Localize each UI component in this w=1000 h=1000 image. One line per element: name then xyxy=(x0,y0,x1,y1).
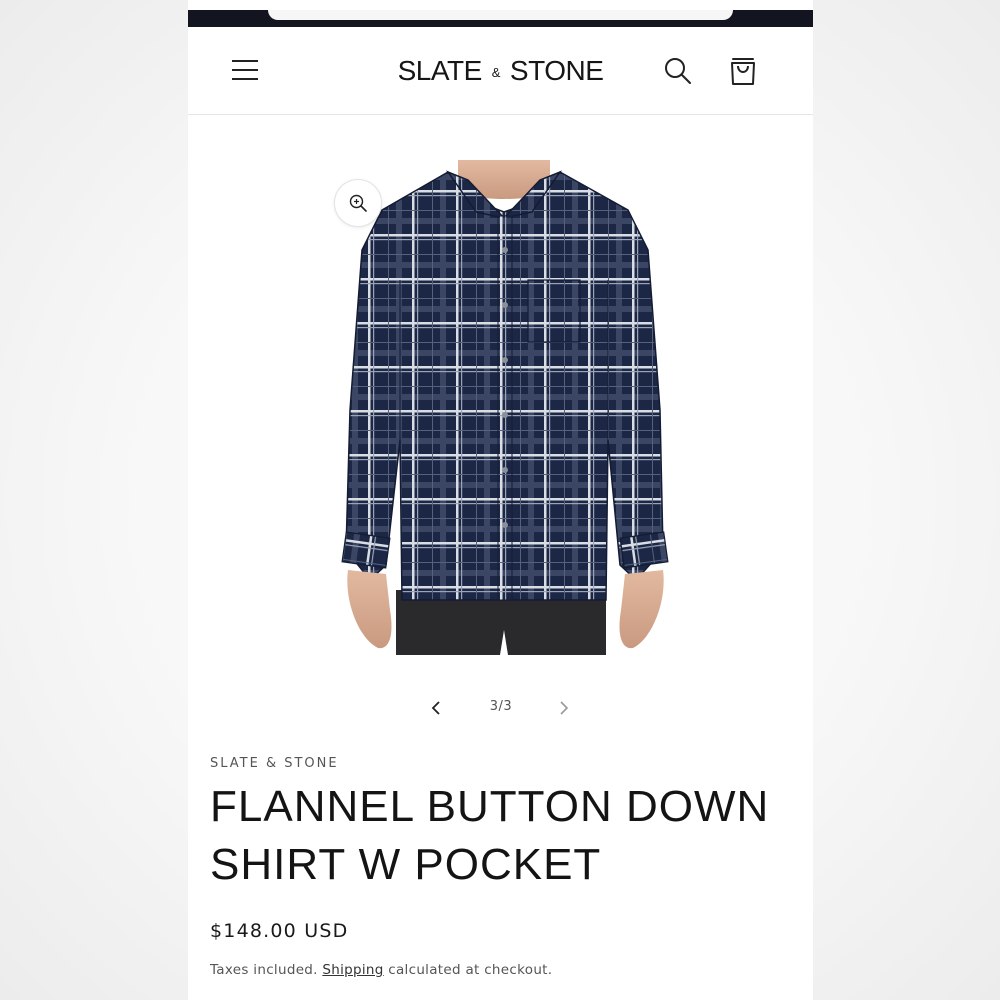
site-header: SLATE & STONE xyxy=(188,27,813,115)
gallery-pager: 3/3 xyxy=(188,690,813,726)
chevron-left-icon[interactable] xyxy=(424,696,448,720)
tax-note: Taxes included. Shipping calculated at c… xyxy=(210,962,552,978)
cart-bag-icon[interactable] xyxy=(726,54,760,88)
tax-note-suffix: calculated at checkout. xyxy=(388,962,553,978)
search-icon[interactable] xyxy=(662,55,694,87)
store-logo[interactable]: SLATE & STONE xyxy=(388,51,613,91)
chevron-right-icon[interactable] xyxy=(552,696,576,720)
announcement-bar-edge xyxy=(268,10,733,20)
mobile-page: SLATE & STONE 3/3 SLATE & STONE FLANNEL … xyxy=(188,0,813,1000)
product-image-shirt[interactable] xyxy=(338,160,673,655)
slide-counter: 3/3 xyxy=(489,699,513,714)
product-vendor: SLATE & STONE xyxy=(210,756,339,771)
shipping-link[interactable]: Shipping xyxy=(322,962,383,978)
tax-note-prefix: Taxes included. xyxy=(210,962,318,978)
product-price: $148.00 USD xyxy=(210,920,349,942)
zoom-in-icon[interactable] xyxy=(334,179,382,227)
logo-ampersand: & xyxy=(491,64,501,80)
hamburger-menu-icon[interactable] xyxy=(228,55,262,85)
logo-word-slate: SLATE xyxy=(397,55,483,86)
product-gallery xyxy=(188,115,813,675)
announcement-bar xyxy=(188,10,813,27)
logo-word-stone: STONE xyxy=(509,55,604,86)
product-title: FLANNEL BUTTON DOWN SHIRT W POCKET xyxy=(210,782,770,889)
